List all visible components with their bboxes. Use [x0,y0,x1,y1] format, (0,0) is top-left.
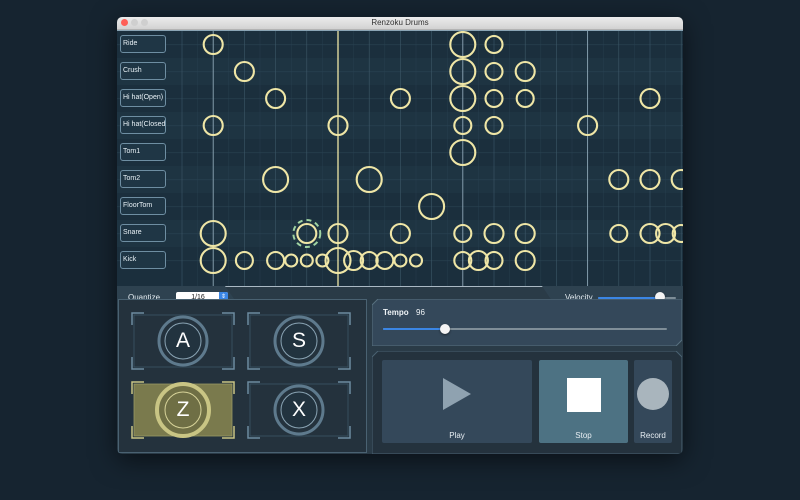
track-label[interactable]: Hi hat(Closed) [120,116,166,134]
pad-s[interactable]: S [247,312,351,370]
tempo-value: 96 [416,308,425,317]
tempo-label: Tempo [383,308,409,317]
record-icon [637,378,669,410]
play-button[interactable]: Play [382,360,532,443]
track-label[interactable]: Crush [120,62,166,80]
pad-x[interactable]: X [247,381,351,439]
tempo-panel: Tempo 96 [372,299,682,346]
track-row: Crush [117,58,683,85]
track-row: Tom2 [117,166,683,193]
track-label[interactable]: Snare [120,224,166,242]
pad-z[interactable]: Z [131,381,235,439]
track-row: Tom1 [117,139,683,166]
pad-a[interactable]: A [131,312,235,370]
stop-button[interactable]: Stop [539,360,628,443]
play-button-label: Play [449,431,465,440]
track-row: Hi hat(Open) [117,85,683,112]
track-label[interactable]: Tom1 [120,143,166,161]
stop-icon [567,378,601,412]
track-label[interactable]: FloorTom [120,197,166,215]
track-label[interactable]: Hi hat(Open) [120,89,166,107]
transport-panel: Play Stop Record [372,351,682,454]
pad-letter: A [175,329,190,352]
drum-pad-panel: A S Z X [118,299,367,453]
track-row: Hi hat(Closed) [117,112,683,139]
track-row: Snare [117,220,683,247]
tempo-slider-knob[interactable] [440,324,451,334]
track-label[interactable]: Kick [120,251,166,269]
tempo-slider-fill [383,328,446,330]
record-button-label: Record [640,431,666,440]
pad-letter: S [291,329,306,352]
window-title: Renzoku Drums [371,18,429,27]
stop-button-label: Stop [575,431,592,440]
track-row: Kick [117,247,683,274]
pad-letter: Z [176,398,190,421]
record-button[interactable]: Record [634,360,672,443]
pad-letter: X [291,398,306,421]
title-bar: Renzoku Drums [117,17,683,30]
track-label[interactable]: Ride [120,35,166,53]
track-row: Ride [117,31,683,58]
tempo-slider[interactable] [383,323,667,335]
track-row: FloorTom [117,193,683,220]
app-window: Renzoku Drums Ride Crush Hi hat(Open) Hi ha… [117,17,683,454]
drum-sequencer-grid[interactable]: Ride Crush Hi hat(Open) Hi hat(Closed) Tom1 T… [117,30,683,287]
play-icon [443,378,471,410]
track-label[interactable]: Tom2 [120,170,166,188]
